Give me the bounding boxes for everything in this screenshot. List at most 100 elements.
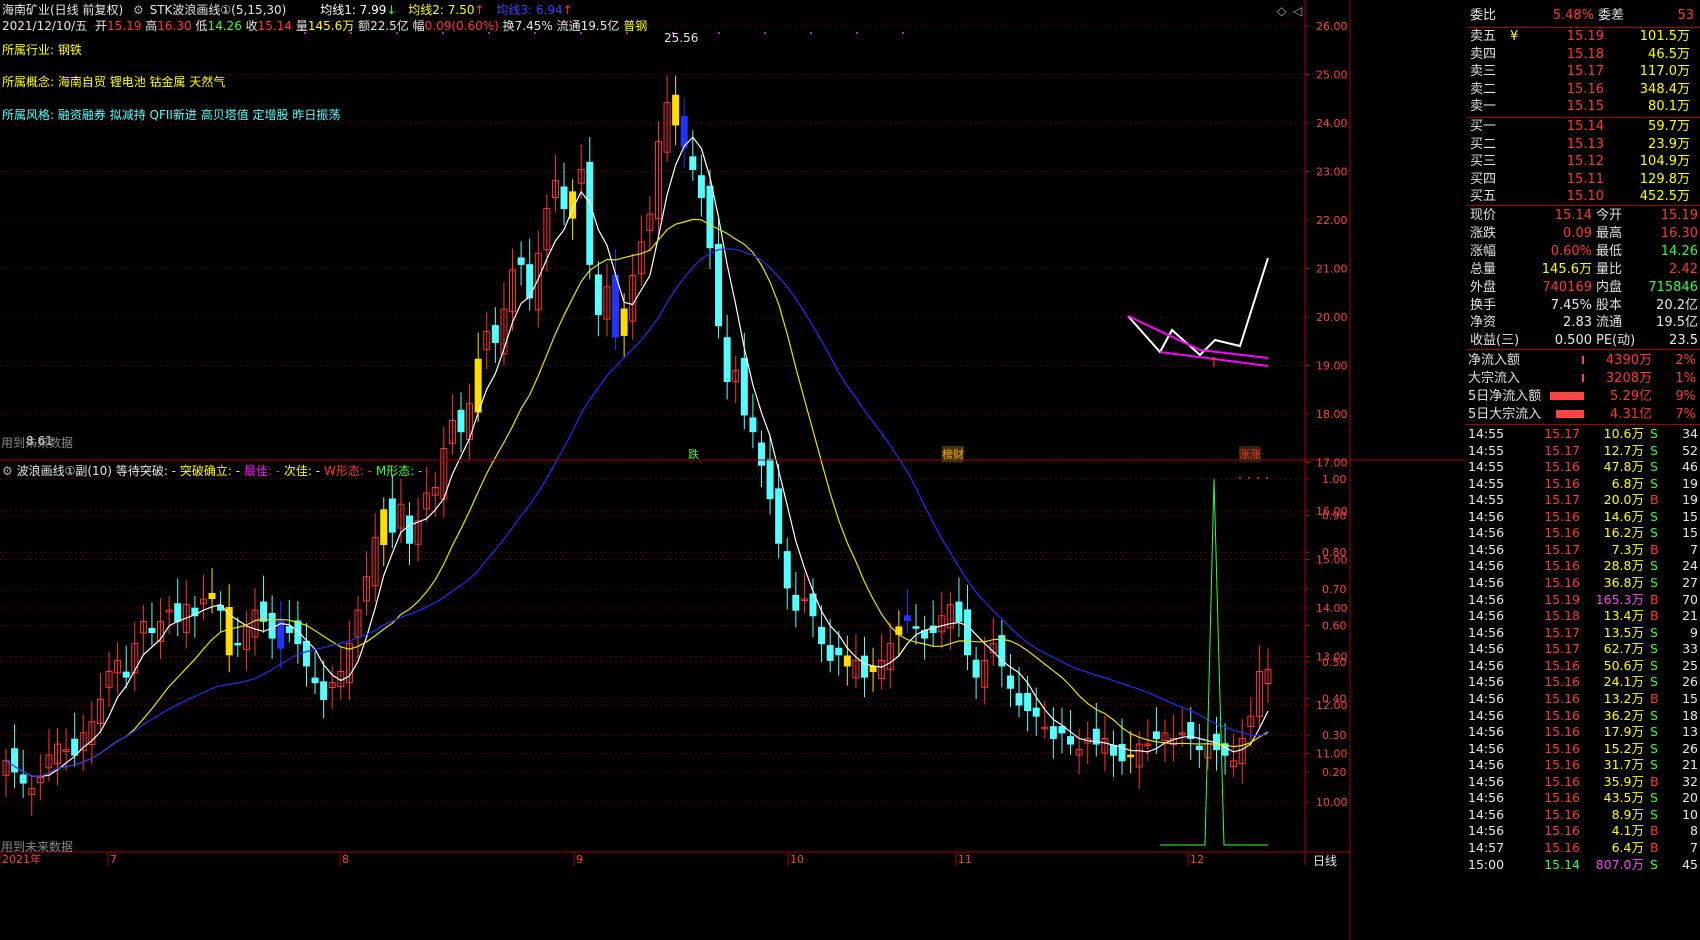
candle-body	[1067, 736, 1075, 745]
level-label: 买五	[1470, 189, 1497, 205]
sell-level-row[interactable]: 卖五 ¥15.19 101.5万	[1466, 27, 1700, 46]
gear-icon[interactable]: ⚙	[133, 3, 144, 17]
diamond-icon[interactable]: ◇	[1277, 4, 1286, 18]
tick-count: 18	[1682, 707, 1698, 723]
tick-row: 14:56 15.17 13.5万 S 9	[1466, 624, 1700, 642]
price-tick-label: 17.00	[1316, 457, 1348, 470]
sell-level-row[interactable]: 卖四 15.18 46.5万	[1466, 45, 1700, 64]
indicator-name[interactable]: STK波浪画线①(5,15,30)	[150, 3, 287, 17]
quote-value: 715846	[1648, 279, 1698, 295]
stock-title[interactable]: 海南矿业(日线 前复权)	[2, 3, 123, 17]
flow-pct: 7%	[1675, 406, 1696, 422]
tick-row: 14:56 15.16 4.1万 B 8	[1466, 822, 1700, 840]
quote-label: 涨幅	[1470, 243, 1497, 259]
sub-tick-label: 0.80	[1322, 546, 1347, 559]
tick-time: 14:55	[1468, 442, 1505, 458]
tick-volume: 13.5万	[1603, 624, 1644, 640]
flow-value: 5.29亿	[1610, 388, 1652, 404]
level-price: 15.11	[1566, 171, 1604, 187]
signal-dot	[1266, 477, 1268, 479]
level-volume: 117.0万	[1639, 64, 1690, 80]
flow-label: 5日净流入额	[1468, 388, 1542, 404]
tick-volume: 36.2万	[1603, 707, 1644, 723]
close-label: 收	[245, 19, 258, 33]
tick-volume: 35.9万	[1603, 773, 1644, 789]
ma5-line	[5, 136, 1269, 778]
period-label[interactable]: 日线	[1313, 852, 1337, 869]
price-tick-label: 18.00	[1316, 408, 1348, 421]
tick-side: B	[1650, 823, 1659, 839]
tick-price: 15.17	[1544, 541, 1580, 557]
ma3-value: 均线3: 6.94	[496, 3, 563, 17]
buy-level-row[interactable]: 买五 15.10 452.5万	[1466, 187, 1700, 206]
candle-body	[1127, 754, 1135, 758]
tick-row: 14:56 15.16 28.8万 S 24	[1466, 557, 1700, 575]
tick-side: S	[1650, 641, 1658, 657]
candle-body	[792, 594, 800, 611]
candle-body	[723, 337, 731, 383]
candle-body	[320, 681, 328, 700]
industry-value[interactable]: 钢铁	[58, 43, 82, 57]
wait-break: 等待突破: -	[115, 464, 177, 478]
candle-body	[964, 609, 972, 656]
flow-value: 4390万	[1605, 353, 1652, 368]
candle-body	[783, 551, 791, 589]
tick-price: 15.17	[1544, 624, 1580, 640]
collapse-icon[interactable]: ◁	[1293, 4, 1302, 18]
tick-side: B	[1650, 541, 1659, 557]
candle-body	[818, 626, 826, 645]
tick-count: 34	[1682, 426, 1698, 441]
flow-pct: 1%	[1675, 370, 1696, 386]
tick-side: S	[1650, 624, 1658, 640]
gear-icon[interactable]: ⚙	[2, 464, 13, 478]
sell-level-row[interactable]: 卖一 15.15 80.1万	[1466, 97, 1700, 116]
sub-indicator-name[interactable]: 波浪画线①副(10)	[17, 464, 112, 478]
tick-volume: 7.3万	[1611, 541, 1644, 557]
tick-price: 15.16	[1544, 475, 1580, 491]
candle-body	[912, 626, 920, 629]
tick-side: S	[1650, 724, 1658, 740]
style-value[interactable]: 融资融券 拟减持 QFII新进 高贝塔值 定增股 昨日振荡	[58, 108, 341, 122]
quote-label: 最低	[1596, 243, 1623, 259]
flow-pct: 2%	[1675, 353, 1696, 368]
up-arrow-icon: ↑	[1208, 355, 1220, 371]
candle-body	[586, 161, 594, 265]
sell-level-row[interactable]: 卖二 15.16 348.4万	[1466, 80, 1700, 99]
marker-die[interactable]: 跌	[688, 446, 699, 462]
candle-body	[749, 417, 757, 433]
tick-price: 15.16	[1544, 459, 1580, 475]
buy-level-row[interactable]: 买四 15.11 129.8万	[1466, 170, 1700, 189]
buy-level-row[interactable]: 买一 15.14 59.7万	[1466, 117, 1700, 136]
price-tick-label: 25.00	[1316, 69, 1348, 82]
tick-row: 14:56 15.16 31.7万 S 21	[1466, 756, 1700, 774]
quote-value: 740169	[1542, 279, 1592, 295]
buy-level-row[interactable]: 买三 15.12 104.9万	[1466, 152, 1700, 171]
tick-row: 14:56 15.17 7.3万 B 7	[1466, 541, 1700, 559]
tick-volume: 13.4万	[1603, 608, 1644, 624]
tick-volume: 10.6万	[1603, 426, 1644, 441]
industry-row: 所属行业: 钢铁	[2, 41, 82, 58]
sector-tag[interactable]: 普钢	[623, 19, 647, 33]
candle-body	[1015, 693, 1023, 706]
sell-level-row[interactable]: 卖三 15.17 117.0万	[1466, 62, 1700, 81]
marker-caibao[interactable]: 榜财	[942, 446, 964, 462]
concept-value[interactable]: 海南自贸 锂电池 钴金属 天然气	[58, 75, 225, 89]
candle-body	[388, 498, 396, 533]
level-label: 卖二	[1470, 81, 1497, 97]
quote-row: 净资 2.83 流通 19.5亿	[1466, 313, 1700, 332]
level-label: 买四	[1470, 171, 1497, 187]
quote-label: 流通	[1596, 315, 1623, 331]
quote-value: 2.83	[1563, 315, 1592, 331]
quote-row: 收益(三) 0.500 PE(动) 23.5	[1466, 331, 1700, 350]
sub-tick-label: 1.00	[1322, 473, 1347, 486]
tick-row: 14:57 15.16 6.4万 B 7	[1466, 839, 1700, 857]
tick-count: 45	[1682, 856, 1698, 872]
buy-level-row[interactable]: 买二 15.13 23.9万	[1466, 135, 1700, 154]
marker-zhang[interactable]: 涨涨	[1239, 446, 1261, 462]
close-value: 15.14	[257, 19, 293, 33]
tick-volume: 6.4万	[1611, 840, 1644, 855]
tick-volume: 13.2万	[1603, 690, 1644, 706]
tick-side: S	[1650, 459, 1658, 475]
candle-body	[620, 308, 628, 336]
candle-body	[560, 186, 568, 210]
